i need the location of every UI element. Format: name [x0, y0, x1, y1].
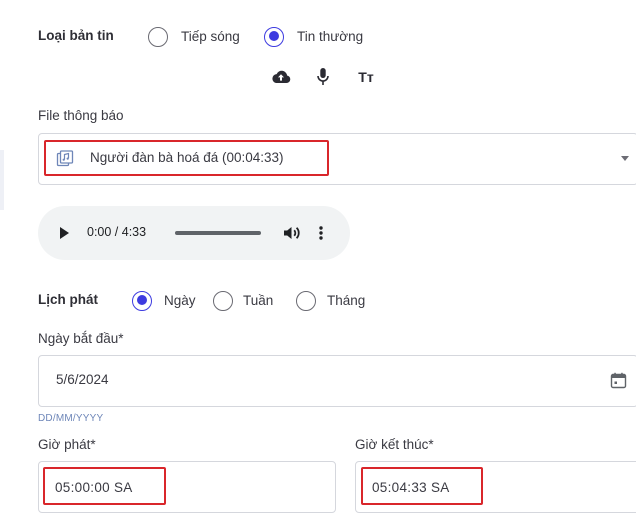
highlight-box-file [44, 140, 329, 176]
calendar-icon[interactable] [610, 372, 627, 389]
volume-icon[interactable] [282, 224, 302, 242]
radio-regular[interactable] [264, 27, 284, 47]
radio-regular-label: Tin thường [297, 29, 364, 44]
start-time-label: Giờ phát* [38, 437, 96, 452]
file-label: File thông báo [38, 108, 124, 123]
chevron-down-icon[interactable] [621, 156, 629, 161]
upload-cloud-icon[interactable] [270, 66, 292, 88]
player-progress-bar[interactable] [175, 231, 261, 235]
radio-relay-label: Tiếp sóng [181, 29, 240, 44]
radio-daily[interactable] [132, 291, 152, 311]
radio-weekly[interactable] [213, 291, 233, 311]
microphone-icon[interactable] [312, 66, 334, 88]
text-format-icon[interactable]: Tт [355, 66, 377, 88]
radio-weekly-label: Tuần [243, 293, 274, 308]
player-time: 0:00 / 4:33 [87, 225, 147, 239]
radio-daily-label: Ngày [164, 293, 196, 308]
start-date-value: 5/6/2024 [56, 372, 109, 387]
highlight-box-end-time [361, 467, 483, 505]
schedule-label: Lịch phát [38, 292, 98, 307]
start-date-label: Ngày bắt đầu* [38, 331, 124, 346]
left-edge-strip [0, 150, 4, 210]
radio-monthly-label: Tháng [327, 293, 366, 308]
highlight-box-start-time [43, 467, 166, 505]
end-time-label: Giờ kết thúc* [355, 437, 434, 452]
play-icon[interactable] [60, 227, 69, 239]
more-vertical-icon[interactable] [318, 224, 324, 242]
radio-relay[interactable] [148, 27, 168, 47]
date-format-hint: DD/MM/YYYY [38, 413, 104, 424]
news-type-label: Loại bản tin [38, 28, 114, 43]
start-date-field[interactable] [38, 355, 636, 407]
radio-monthly[interactable] [296, 291, 316, 311]
